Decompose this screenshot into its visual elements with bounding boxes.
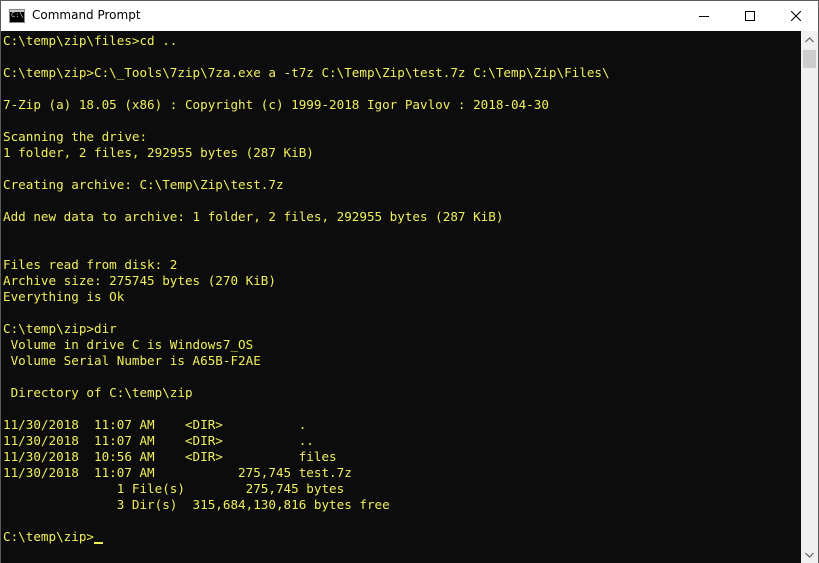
scrollbar-thumb[interactable]	[803, 50, 816, 68]
maximize-icon	[745, 11, 755, 21]
console-line: 7-Zip (a) 18.05 (x86) : Copyright (c) 19…	[3, 97, 549, 112]
console-line: Add new data to archive: 1 folder, 2 fil…	[3, 209, 504, 224]
text-cursor	[94, 542, 103, 544]
console-line: Everything is Ok	[3, 289, 125, 304]
close-button[interactable]	[773, 1, 819, 31]
title-bar[interactable]: C:\ Command Prompt	[1, 1, 818, 31]
console-text: C:\temp\zip\files>cd .. C:\temp\zip>C:\_…	[1, 31, 801, 545]
console-line: 1 File(s) 275,745 bytes	[116, 481, 345, 496]
minimize-button[interactable]	[681, 1, 727, 31]
console-line: Volume Serial Number is A65B-F2AE	[10, 353, 261, 368]
console-line: Files read from disk: 2	[3, 257, 178, 272]
console-line: 1 folder, 2 files, 292955 bytes (287 KiB…	[3, 145, 314, 160]
console-line: 11/30/2018 11:07 AM 275,745 test.7z	[3, 465, 352, 480]
console-line: Volume in drive C is Windows7_OS	[10, 337, 254, 352]
console-lines: C:\temp\zip\files>cd .. C:\temp\zip>C:\_…	[3, 33, 610, 512]
console-icon[interactable]: C:\	[9, 9, 25, 23]
console-icon-glyph: C:\	[11, 11, 24, 19]
console-line: 11/30/2018 11:07 AM <DIR> ..	[3, 433, 314, 448]
close-icon	[791, 11, 801, 21]
console-line: C:\temp\zip\files>cd ..	[3, 33, 178, 48]
console-line: 11/30/2018 10:56 AM <DIR> files	[3, 449, 337, 464]
scroll-up-button[interactable]	[801, 31, 818, 48]
vertical-scrollbar[interactable]	[801, 31, 818, 563]
minimize-icon	[699, 16, 709, 17]
scroll-down-arrow-icon	[805, 552, 814, 558]
console-line: Archive size: 275745 bytes (270 KiB)	[3, 273, 276, 288]
console-line: Creating archive: C:\Temp\Zip\test.7z	[3, 177, 284, 192]
maximize-button[interactable]	[727, 1, 773, 31]
console-line: C:\temp\zip>dir	[3, 321, 117, 336]
console-line: 3 Dir(s) 315,684,130,816 bytes free	[116, 497, 390, 512]
console-output-area[interactable]: C:\temp\zip\files>cd .. C:\temp\zip>C:\_…	[1, 31, 801, 563]
window-title: Command Prompt	[32, 8, 141, 22]
command-prompt: C:\temp\zip>	[3, 529, 94, 544]
scroll-down-button[interactable]	[801, 546, 818, 563]
console-line: C:\temp\zip>C:\_Tools\7zip\7za.exe a -t7…	[3, 65, 610, 80]
scrollbar-track[interactable]	[801, 48, 818, 546]
console-line: 11/30/2018 11:07 AM <DIR> .	[3, 417, 307, 432]
console-line: Directory of C:\temp\zip	[10, 385, 193, 400]
command-prompt-window: C:\ Command Prompt C:\temp\zip\files>cd …	[0, 0, 819, 563]
scroll-up-arrow-icon	[805, 36, 814, 42]
console-line: Scanning the drive:	[3, 129, 148, 144]
